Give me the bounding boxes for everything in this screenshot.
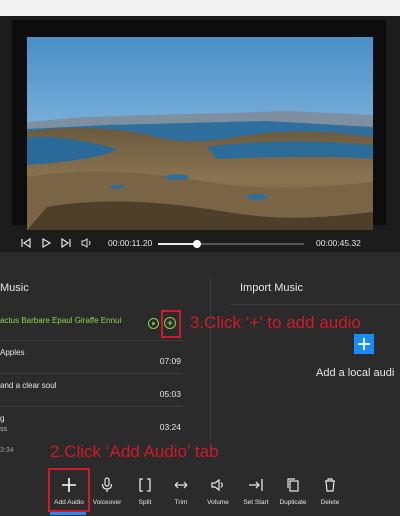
- music-panel: Music actus Barbare Epaul Giraffe Ennui …: [0, 272, 183, 458]
- divider: [230, 304, 400, 305]
- active-tab-indicator: [50, 512, 86, 515]
- import-panel-title: Import Music: [240, 282, 303, 294]
- track-duration: 05:03: [159, 389, 181, 399]
- list-item[interactable]: and a clear soul 05:03: [0, 374, 183, 407]
- split-icon: [139, 478, 151, 492]
- panel-divider: [210, 277, 211, 447]
- music-panel-title: Music: [0, 282, 29, 294]
- duplicate-icon: [287, 478, 299, 492]
- import-panel: Import Music Add a local audi: [230, 272, 400, 432]
- playback-controls: 00:00:11.20 00:00:45.32: [12, 233, 386, 253]
- track-name: actus Barbare Epaul Giraffe Ennui: [0, 316, 122, 325]
- track-subtitle: ss: [0, 426, 7, 433]
- speaker-icon[interactable]: [80, 237, 92, 249]
- annotation-step2: 2.Click ‘Add Audio’ tab: [50, 442, 219, 461]
- highlight-box: [48, 468, 90, 512]
- top-bar: [0, 0, 400, 16]
- seek-bar[interactable]: [158, 240, 304, 248]
- annotation-step3: 3.Click ‘+’ to add audio: [190, 313, 361, 332]
- track-name: g: [0, 414, 5, 423]
- set-start-icon: [249, 479, 263, 491]
- trim-icon: [174, 481, 188, 489]
- next-icon[interactable]: [60, 237, 72, 249]
- list-item[interactable]: g ss 03:24: [0, 407, 183, 439]
- track-name: and a clear soul: [0, 381, 57, 390]
- highlight-box: [161, 310, 181, 338]
- import-add-button[interactable]: [354, 334, 374, 354]
- trash-icon: [325, 478, 335, 492]
- preview-area: 00:00:11.20 00:00:45.32: [0, 16, 400, 252]
- play-preview-icon[interactable]: [148, 318, 159, 329]
- tool-delete[interactable]: Delete: [308, 474, 352, 510]
- scroll-marker: 3:34: [0, 447, 14, 454]
- seek-handle[interactable]: [193, 240, 202, 248]
- play-icon[interactable]: [40, 237, 52, 249]
- track-duration: 07:09: [159, 356, 181, 366]
- seek-fill: [158, 243, 198, 245]
- track-duration: 03:24: [159, 422, 181, 432]
- previous-icon[interactable]: [20, 237, 32, 249]
- tool-label: Delete: [320, 499, 340, 506]
- track-name: Apples: [0, 348, 25, 357]
- add-local-audio-text[interactable]: Add a local audi: [316, 367, 394, 379]
- list-item[interactable]: Apples 07:09: [0, 341, 183, 374]
- microphone-icon: [101, 477, 113, 492]
- video-preview[interactable]: [27, 37, 373, 230]
- volume-icon: [211, 478, 223, 492]
- current-time: 00:00:11.20: [108, 238, 153, 248]
- total-time: 00:00:45.32: [316, 238, 361, 248]
